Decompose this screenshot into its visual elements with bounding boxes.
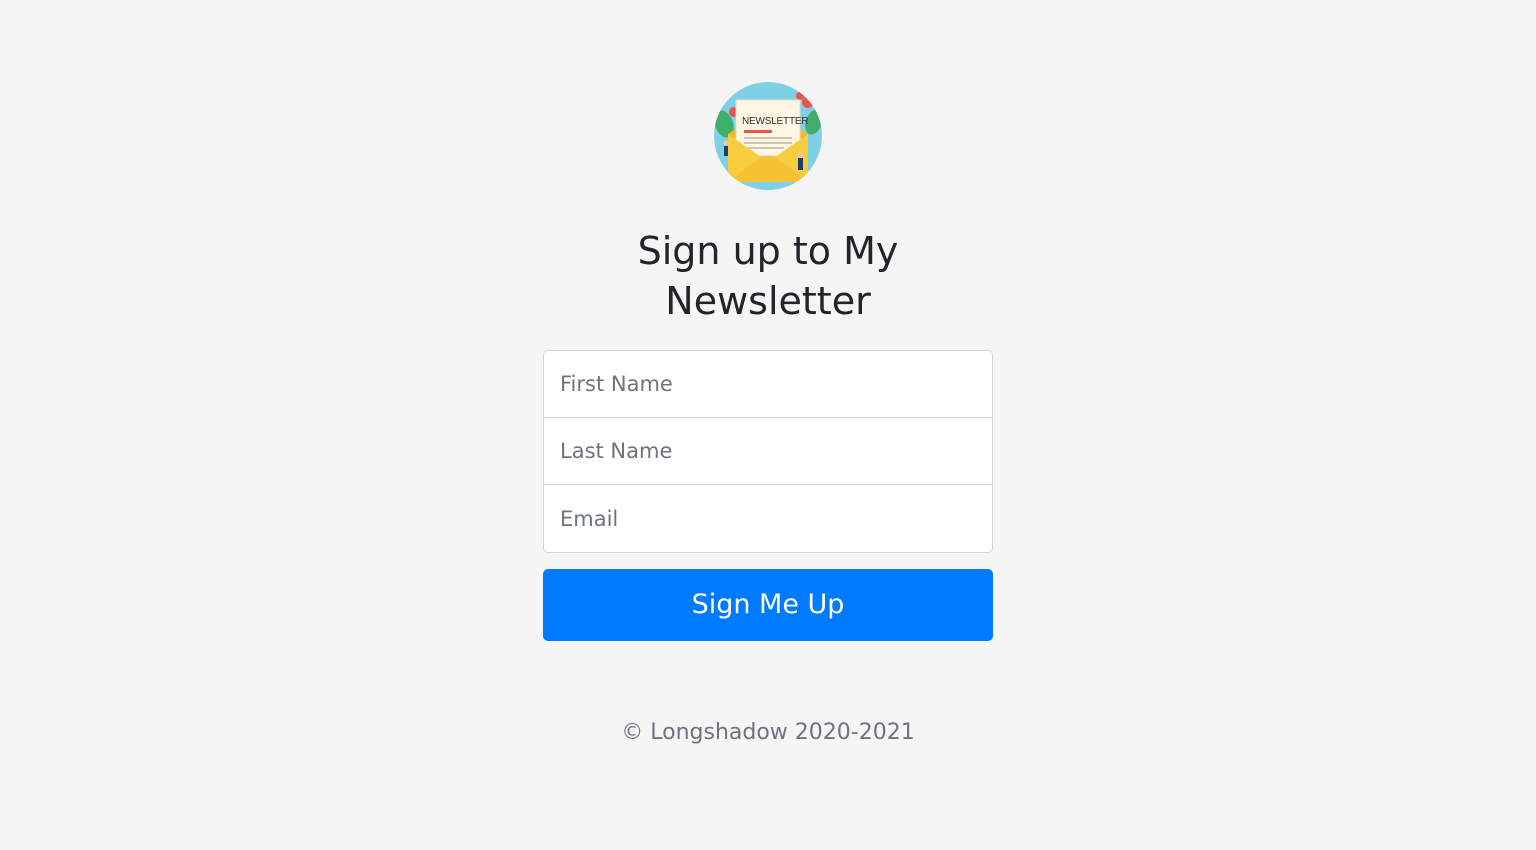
first-name-input[interactable] — [543, 350, 993, 418]
newsletter-logo: NEWSLETTER — [714, 82, 822, 190]
newsletter-envelope-icon — [714, 82, 822, 190]
page-title-line-2: Newsletter — [665, 279, 871, 323]
email-input[interactable] — [543, 484, 993, 553]
signup-page: NEWSLETTER Sign up to My Newsletter Sign… — [0, 0, 1536, 850]
signup-form — [543, 350, 993, 553]
last-name-input[interactable] — [543, 417, 993, 485]
page-title: Sign up to My Newsletter — [543, 226, 993, 326]
logo-text: NEWSLETTER — [742, 116, 809, 127]
page-title-line-1: Sign up to My — [637, 229, 899, 273]
footer-copyright: © Longshadow 2020-2021 — [621, 720, 915, 745]
sign-me-up-button[interactable]: Sign Me Up — [543, 569, 993, 641]
